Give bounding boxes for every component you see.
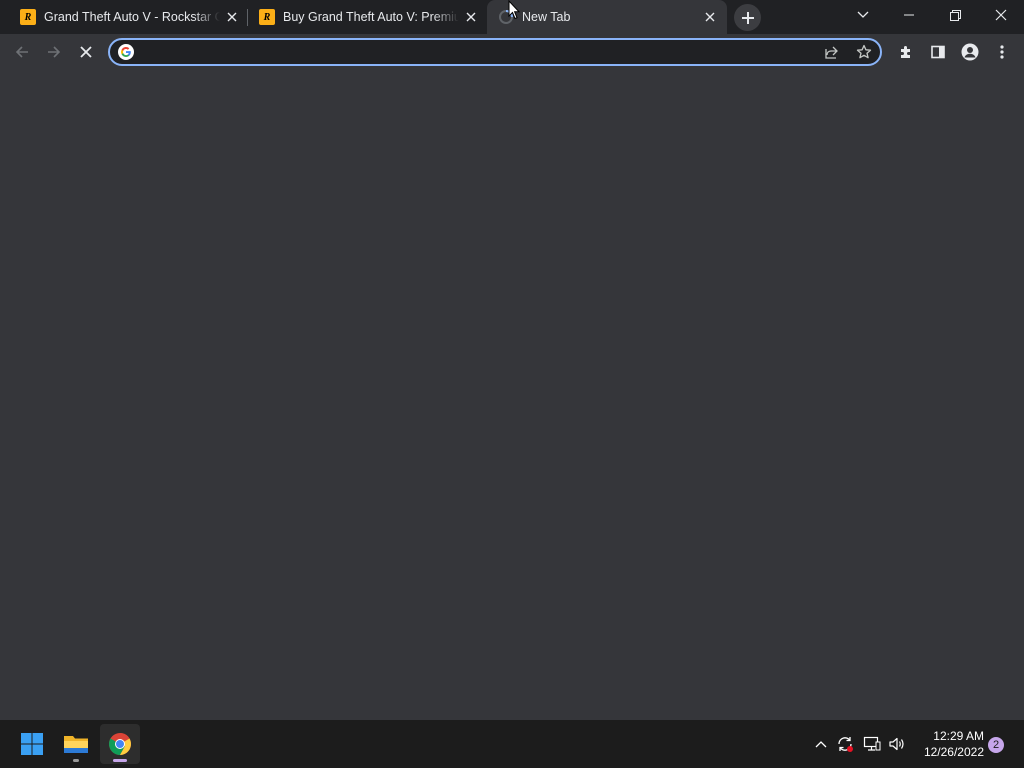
tab-separator <box>247 9 248 26</box>
windows-logo-icon <box>21 733 43 755</box>
sync-status-button[interactable] <box>834 732 856 756</box>
start-button[interactable] <box>12 724 52 764</box>
tab-search-button[interactable] <box>841 0 885 30</box>
file-explorer-button[interactable] <box>56 724 96 764</box>
forward-button[interactable] <box>40 38 68 66</box>
tab-title: Buy Grand Theft Auto V: Premium Edition <box>283 10 459 24</box>
app-active-indicator <box>113 759 127 762</box>
google-logo-icon <box>118 44 134 60</box>
back-button[interactable] <box>8 38 36 66</box>
close-window-button[interactable] <box>979 0 1023 30</box>
app-running-indicator <box>73 759 79 762</box>
minimize-button[interactable] <box>887 0 931 30</box>
mouse-cursor-icon <box>508 0 521 20</box>
rockstar-logo-icon: R <box>259 9 275 25</box>
arrow-right-icon <box>48 46 61 58</box>
minimize-icon <box>904 14 914 16</box>
arrow-left-icon <box>15 46 28 58</box>
close-icon <box>995 9 1007 21</box>
tab-title: New Tab <box>522 10 571 24</box>
chrome-menu-button[interactable] <box>988 38 1016 66</box>
restore-icon <box>949 9 961 21</box>
tab-gta-premium-edition[interactable]: R Buy Grand Theft Auto V: Premium Editio… <box>249 0 485 34</box>
kebab-menu-icon <box>1000 45 1004 59</box>
chevron-down-icon <box>857 11 869 18</box>
sync-icon <box>838 737 853 752</box>
new-tab-button[interactable] <box>734 4 761 31</box>
chrome-taskbar-button[interactable] <box>100 724 140 764</box>
close-tab-icon[interactable] <box>463 9 479 25</box>
close-tab-icon[interactable] <box>702 9 718 25</box>
profile-button[interactable] <box>956 38 984 66</box>
clock-time: 12:29 AM <box>933 729 984 743</box>
speaker-icon <box>889 737 904 751</box>
tab-gta-rockstar[interactable]: R Grand Theft Auto V - Rockstar Games <box>10 0 246 34</box>
tab-new-tab[interactable]: New Tab <box>487 0 727 34</box>
notification-badge[interactable]: 2 <box>988 737 1004 753</box>
browser-toolbar <box>0 34 1024 70</box>
chevron-up-icon <box>815 741 827 748</box>
puzzle-piece-icon <box>901 46 910 58</box>
omnibox-input[interactable] <box>142 43 802 61</box>
network-icon <box>863 736 881 751</box>
close-icon <box>80 46 92 58</box>
share-icon <box>825 46 838 59</box>
plus-icon <box>741 11 754 24</box>
network-button[interactable] <box>861 732 883 756</box>
volume-button[interactable] <box>886 732 908 756</box>
extensions-button[interactable] <box>892 38 920 66</box>
star-icon <box>856 44 872 59</box>
show-hidden-icons-button[interactable] <box>810 732 832 756</box>
bookmark-button[interactable] <box>850 38 878 66</box>
page-content <box>0 70 1024 720</box>
side-panel-button[interactable] <box>924 38 952 66</box>
restore-button[interactable] <box>933 0 977 30</box>
side-panel-icon <box>931 45 945 59</box>
tab-title: Grand Theft Auto V - Rockstar Games <box>44 10 220 24</box>
address-bar[interactable] <box>108 38 882 66</box>
folder-icon <box>64 736 88 753</box>
rockstar-logo-icon: R <box>20 9 36 25</box>
stop-loading-button[interactable] <box>72 38 100 66</box>
windows-taskbar: 12:29 AM 12/26/2022 <box>0 720 1024 768</box>
clock[interactable]: 12:29 AM 12/26/2022 <box>912 728 984 760</box>
clock-date: 12/26/2022 <box>923 745 984 759</box>
avatar-icon <box>961 43 979 61</box>
share-button[interactable] <box>818 38 846 66</box>
chrome-icon <box>109 733 131 755</box>
close-tab-icon[interactable] <box>224 9 240 25</box>
